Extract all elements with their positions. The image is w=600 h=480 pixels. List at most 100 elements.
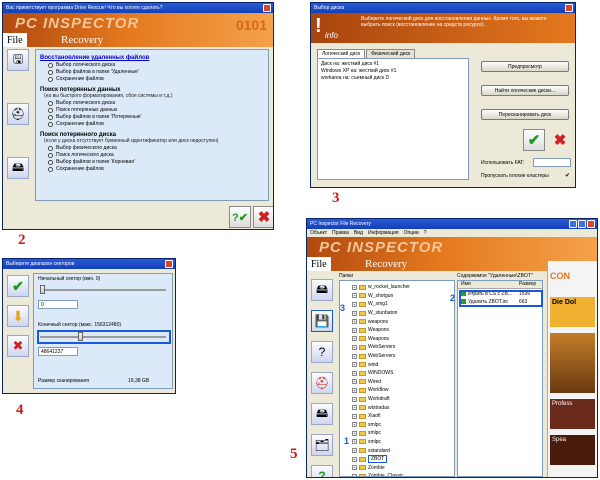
radio-icon[interactable] — [48, 166, 53, 172]
tree-item[interactable]: + wind — [352, 360, 452, 369]
start-slider-thumb[interactable] — [40, 285, 45, 294]
minimize-icon[interactable] — [569, 220, 577, 228]
radio-icon[interactable] — [48, 76, 53, 82]
end-sector-input[interactable]: 48641237 — [38, 347, 78, 356]
expand-icon[interactable]: + — [352, 439, 357, 445]
menu-item[interactable]: Вид — [354, 230, 363, 236]
expand-icon[interactable]: + — [352, 405, 357, 411]
close-icon[interactable] — [165, 260, 173, 268]
select-drive-titlebar[interactable]: Выбор диска — [311, 3, 575, 13]
maximize-icon[interactable] — [578, 220, 586, 228]
expand-icon[interactable]: + — [352, 362, 357, 368]
ok-icon[interactable]: ✔ — [7, 275, 29, 297]
ad-banner[interactable]: Spea — [550, 435, 595, 465]
radio-icon[interactable] — [48, 145, 53, 151]
close-icon[interactable] — [565, 4, 573, 12]
expand-icon[interactable]: + — [352, 301, 357, 307]
tree-item[interactable]: + w_rocket_launcher — [352, 283, 452, 292]
fat-select[interactable] — [533, 158, 571, 167]
drive-tools-icon[interactable]: 🗂 — [311, 434, 333, 456]
expand-icon[interactable]: + — [352, 456, 357, 462]
menu-item[interactable]: Правка — [332, 230, 349, 236]
cancel-button[interactable]: ✖ — [253, 206, 273, 228]
skip-bad-clusters-checkbox[interactable]: ✔ — [565, 172, 570, 179]
close-icon[interactable] — [587, 220, 595, 228]
tree-item[interactable]: + Workflow — [352, 386, 452, 395]
expand-icon[interactable]: + — [352, 370, 357, 376]
radio-icon[interactable] — [48, 107, 53, 113]
tree-item[interactable]: + xmlpc — [352, 438, 452, 447]
drive-item[interactable]: Диск на: жесткий диск #1 — [321, 61, 465, 68]
radio-icon[interactable] — [48, 69, 53, 75]
expand-icon[interactable]: + — [352, 422, 357, 428]
cancel-icon[interactable]: ✖ — [7, 335, 29, 357]
info-icon[interactable]: ? — [311, 465, 333, 477]
expand-icon[interactable]: + — [352, 284, 357, 290]
down-arrow-icon[interactable]: ⬇ — [7, 305, 29, 327]
expand-icon[interactable]: + — [352, 387, 357, 393]
find-lost-drive-icon[interactable]: 🖴 — [311, 403, 333, 425]
expand-icon[interactable]: + — [352, 319, 357, 325]
section-title[interactable]: Восстановление удаленных файлов — [40, 55, 264, 61]
expand-icon[interactable]: + — [352, 310, 357, 316]
tree-item[interactable]: + weapons — [352, 317, 452, 326]
expand-icon[interactable]: + — [352, 413, 357, 419]
help-icon[interactable]: ? — [311, 341, 333, 363]
tree-item[interactable]: + WebServers — [352, 343, 452, 352]
menu-item[interactable]: Информация — [368, 230, 399, 236]
file-list[interactable]: Имя Размер Играть в CS с ZB... 1536 Удал… — [457, 280, 543, 477]
ad-banner[interactable]: Die Dol — [550, 297, 595, 327]
open-drive-icon[interactable]: 🖴 — [311, 279, 333, 301]
menu-item[interactable]: Опции — [404, 230, 419, 236]
file-recovery-titlebar[interactable]: PC Inspector File Recovery — [307, 219, 597, 229]
tree-item[interactable]: + Weapons — [352, 335, 452, 344]
folder-tree[interactable]: + w_rocket_launcher + W_shotgun + W_smg1 + W_st… — [339, 280, 455, 477]
expand-icon[interactable]: + — [352, 293, 357, 299]
end-slider-track[interactable] — [40, 336, 166, 338]
tree-item[interactable]: + wtstradas — [352, 403, 452, 412]
tab-physical[interactable]: Физический диск — [366, 49, 416, 58]
col-size[interactable]: Размер — [516, 281, 536, 288]
radio-icon[interactable] — [48, 121, 53, 127]
tree-item[interactable]: + W_smg1 — [352, 300, 452, 309]
expand-icon[interactable]: + — [352, 353, 357, 359]
radio-icon[interactable] — [48, 159, 53, 165]
tree-item[interactable]: + WINDOWS — [352, 369, 452, 378]
tree-item[interactable]: + Wired — [352, 378, 452, 387]
tree-item[interactable]: + xmlpc — [352, 421, 452, 430]
cancel-button[interactable]: ✖ — [549, 129, 571, 151]
tree-item[interactable]: + ZBOT — [352, 455, 452, 464]
sector-range-titlebar[interactable]: Выберите диапазон секторов — [3, 259, 175, 269]
end-slider-thumb[interactable] — [77, 332, 83, 341]
tree-item[interactable]: + W_stunbaton — [352, 309, 452, 318]
tree-item[interactable]: + xmlpc — [352, 429, 452, 438]
tree-item[interactable]: + WebServers — [352, 352, 452, 361]
find-lost-data-icon[interactable]: ⛑ — [7, 103, 29, 125]
ok-button[interactable]: ✔ — [523, 129, 545, 151]
expand-icon[interactable]: + — [352, 465, 357, 471]
expand-icon[interactable]: + — [352, 327, 357, 333]
tab-logical[interactable]: Логический диск — [317, 49, 366, 58]
expand-icon[interactable]: + — [352, 430, 357, 436]
expand-icon[interactable]: + — [352, 344, 357, 350]
expand-icon[interactable]: + — [352, 336, 357, 342]
expand-icon[interactable]: + — [352, 448, 357, 454]
help-button[interactable]: ?✔ — [229, 206, 251, 228]
col-name[interactable]: Имя — [458, 281, 516, 288]
expand-icon[interactable]: + — [352, 473, 357, 476]
ad-banner[interactable]: Profess — [550, 399, 595, 429]
find-lost-data-icon[interactable]: ⛑ — [311, 372, 333, 394]
expand-icon[interactable]: + — [352, 379, 357, 385]
start-slider-track[interactable] — [40, 289, 166, 291]
drive-rescue-titlebar[interactable]: Вас приветствует программа Drive Rescue!… — [3, 3, 273, 13]
save-icon[interactable]: 💾 — [311, 310, 333, 332]
radio-icon[interactable] — [48, 100, 53, 106]
ad-banner[interactable]: CON — [550, 271, 595, 291]
drive-item[interactable]: Windows XP на: жесткий диск #1 — [321, 68, 465, 75]
menu-item[interactable]: Объект — [310, 230, 327, 236]
close-icon[interactable] — [263, 4, 271, 12]
tree-item[interactable]: + Zombie_Classic — [352, 472, 452, 476]
rescan-drive-button[interactable]: Пересканировать диск — [481, 109, 569, 120]
tree-item[interactable]: + Workdraft — [352, 395, 452, 404]
preview-button[interactable]: Предпросмотр — [481, 61, 569, 72]
